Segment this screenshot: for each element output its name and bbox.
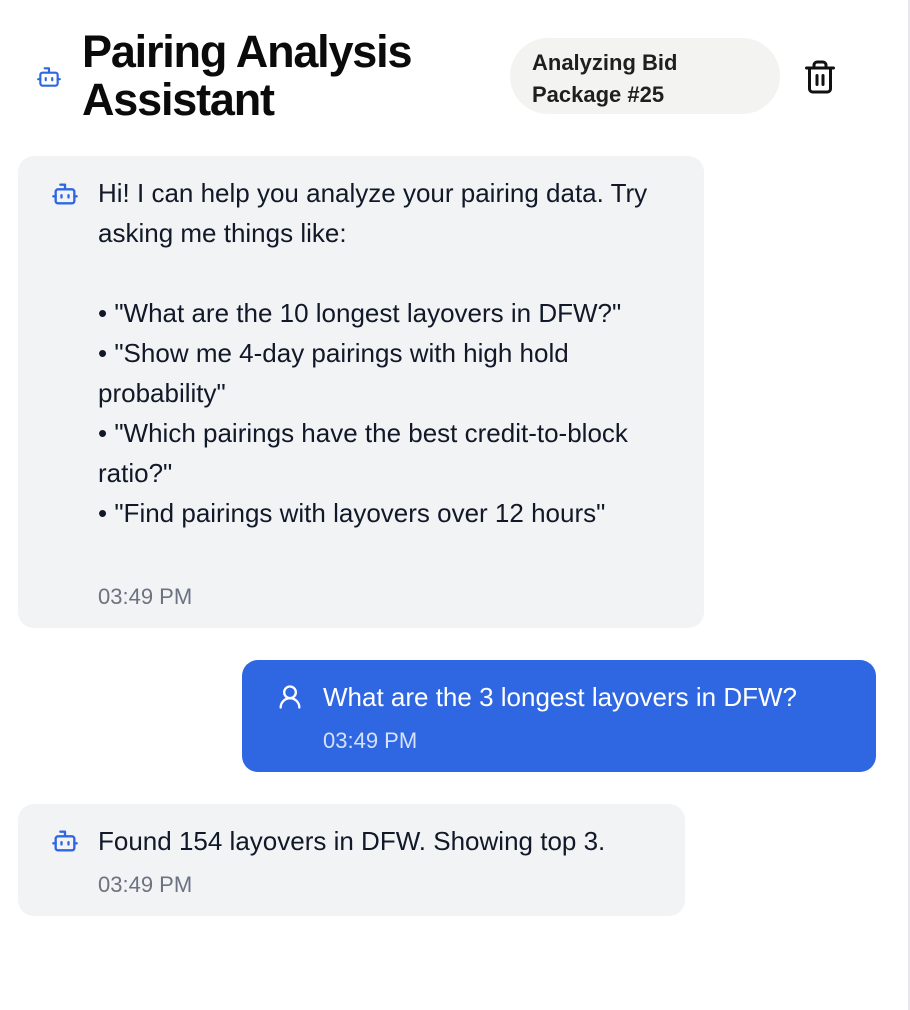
message-timestamp: 03:49 PM — [98, 584, 193, 609]
robot-icon — [36, 64, 62, 90]
message-timestamp: 03:49 PM — [323, 728, 418, 753]
message-text: Found 154 layovers in DFW. Showing top 3… — [98, 826, 606, 856]
user-message: What are the 3 longest layovers in DFW? … — [242, 660, 876, 772]
message-timestamp: 03:49 PM — [98, 872, 193, 897]
robot-icon — [51, 180, 79, 208]
assistant-message: Hi! I can help you analyze your pairing … — [18, 156, 704, 628]
page-title: Pairing Analysis Assistant — [82, 26, 412, 125]
message-text: What are the 3 longest layovers in DFW? — [323, 682, 797, 712]
robot-icon — [51, 827, 79, 855]
message-text: Hi! I can help you analyze your pairing … — [98, 178, 648, 528]
trash-icon — [802, 60, 838, 99]
clear-chat-button[interactable] — [802, 58, 838, 96]
assistant-message: Found 154 layovers in DFW. Showing top 3… — [18, 804, 685, 916]
user-icon — [276, 683, 304, 711]
bid-package-badge: Analyzing Bid Package #25 — [510, 38, 780, 114]
